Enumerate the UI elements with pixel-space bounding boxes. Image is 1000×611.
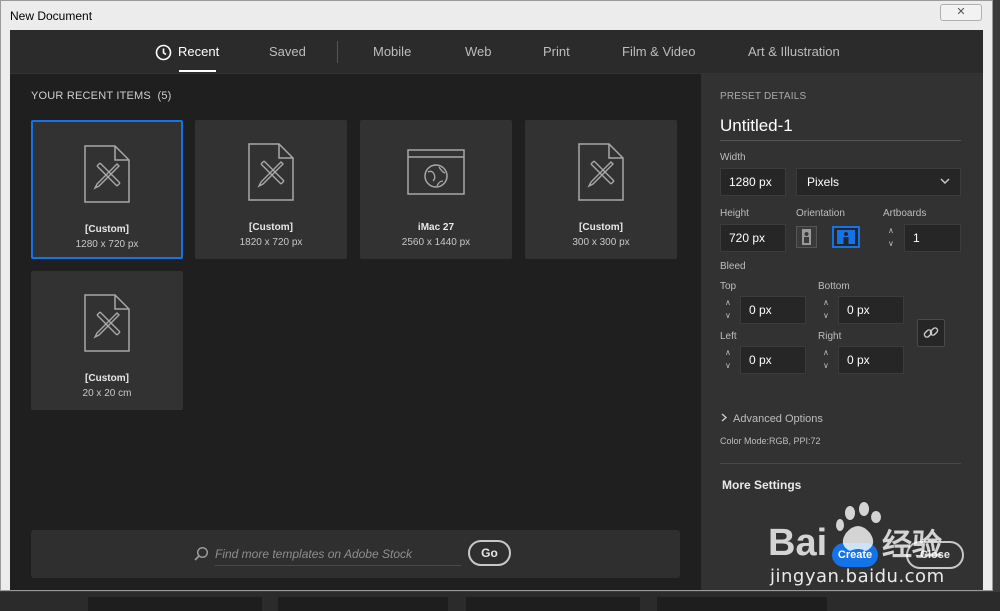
decrement-icon[interactable]: ∨ <box>725 311 731 320</box>
template-search-bar: Go <box>31 530 680 578</box>
bleed-bottom-label: Bottom <box>818 281 850 292</box>
bleed-left-stepper[interactable]: ∧ ∨ <box>720 346 740 374</box>
svg-text:经验: 经验 <box>882 528 942 563</box>
web-browser-icon <box>407 149 465 195</box>
bleed-right-label: Right <box>818 331 842 342</box>
recent-item-card[interactable]: iMac 27 2560 x 1440 px <box>360 120 512 259</box>
orientation-label: Orientation <box>796 208 845 219</box>
recent-item-name: [Custom] <box>85 373 129 384</box>
name-underline <box>720 140 961 141</box>
more-settings-button[interactable]: More Settings <box>722 478 801 492</box>
increment-icon[interactable]: ∧ <box>888 226 894 235</box>
bleed-right-input[interactable]: 0 px <box>838 346 904 374</box>
custom-document-icon <box>84 294 130 352</box>
link-icon <box>923 327 939 338</box>
template-search-input[interactable] <box>215 543 461 566</box>
bleed-top-label: Top <box>720 281 737 292</box>
landscape-orientation-button[interactable] <box>832 226 860 248</box>
tab-divider <box>337 41 338 63</box>
chevron-right-icon <box>721 413 728 422</box>
tab-saved[interactable]: Saved <box>269 44 306 59</box>
bleed-bottom-stepper[interactable]: ∧ ∨ <box>818 296 838 324</box>
recent-items-count: (5) <box>157 90 172 102</box>
recent-item-name: [Custom] <box>85 224 129 235</box>
recent-item-size: 2560 x 1440 px <box>401 237 471 248</box>
recent-item-name: [Custom] <box>579 222 623 233</box>
recent-item-size: 20 x 20 cm <box>82 388 132 399</box>
recent-item-size: 300 x 300 px <box>572 237 630 248</box>
unit-dropdown-value: Pixels <box>807 175 840 189</box>
decrement-icon[interactable]: ∨ <box>725 361 731 370</box>
unit-dropdown[interactable]: Pixels <box>796 168 961 196</box>
recent-item-size: 1280 x 720 px <box>75 239 139 250</box>
increment-icon[interactable]: ∧ <box>725 298 731 307</box>
bleed-left-label: Left <box>720 331 737 342</box>
category-tabs: Recent Saved Mobile Web Print Film & Vid… <box>10 30 983 74</box>
bleed-right-stepper[interactable]: ∧ ∨ <box>818 346 838 374</box>
window-close-button[interactable]: ✕ <box>940 4 982 21</box>
link-bleed-button[interactable] <box>917 319 945 347</box>
background-block <box>88 597 262 611</box>
artboards-label: Artboards <box>883 208 927 219</box>
height-label: Height <box>720 208 749 219</box>
portrait-orientation-button[interactable] <box>796 226 817 248</box>
tab-web[interactable]: Web <box>465 44 492 59</box>
recent-items-heading: YOUR RECENT ITEMS (5) <box>31 90 172 102</box>
recent-item-name: iMac 27 <box>417 222 455 233</box>
decrement-icon[interactable]: ∨ <box>823 311 829 320</box>
bleed-top-stepper[interactable]: ∧ ∨ <box>720 296 740 324</box>
svg-text:Bai: Bai <box>768 522 827 563</box>
recent-items-title: YOUR RECENT ITEMS <box>31 90 151 102</box>
increment-icon[interactable]: ∧ <box>823 348 829 357</box>
bleed-label: Bleed <box>720 261 746 272</box>
increment-icon[interactable]: ∧ <box>823 298 829 307</box>
background-block <box>278 597 448 611</box>
width-label: Width <box>720 152 746 163</box>
tab-film-video[interactable]: Film & Video <box>622 44 695 59</box>
document-name-field[interactable]: Untitled-1 <box>720 116 793 136</box>
settings-divider <box>720 463 961 464</box>
bleed-top-input[interactable]: 0 px <box>740 296 806 324</box>
preset-details-heading: PRESET DETAILS <box>720 91 807 102</box>
advanced-options-toggle[interactable]: Advanced Options <box>720 413 823 425</box>
background-block <box>657 597 827 611</box>
window-title: New Document <box>10 9 93 23</box>
baidu-watermark-logo: Bai 经验 <box>768 502 942 563</box>
decrement-icon[interactable]: ∨ <box>888 239 894 248</box>
artboards-input[interactable]: 1 <box>904 224 961 252</box>
advanced-options-label: Advanced Options <box>733 413 823 425</box>
recent-item-card[interactable]: [Custom] 1820 x 720 px <box>195 120 347 259</box>
tab-mobile[interactable]: Mobile <box>373 44 411 59</box>
watermark-url: jingyan.baidu.com <box>770 566 945 587</box>
recent-item-card[interactable]: [Custom] 300 x 300 px <box>525 120 677 259</box>
recent-item-card[interactable]: [Custom] 20 x 20 cm <box>31 271 183 410</box>
width-input[interactable]: 1280 px <box>720 168 786 196</box>
tab-print[interactable]: Print <box>543 44 570 59</box>
chevron-down-icon <box>940 178 950 184</box>
bleed-bottom-input[interactable]: 0 px <box>838 296 904 324</box>
custom-document-icon <box>248 143 294 201</box>
landscape-icon <box>837 230 855 244</box>
clock-icon <box>155 44 172 61</box>
tab-recent[interactable]: Recent <box>178 44 219 59</box>
background-block <box>466 597 640 611</box>
search-icon <box>194 546 209 561</box>
custom-document-icon <box>84 145 130 203</box>
tab-art-illustration[interactable]: Art & Illustration <box>748 44 840 59</box>
custom-document-icon <box>578 143 624 201</box>
recent-item-card[interactable]: [Custom] 1280 x 720 px <box>31 120 183 259</box>
bleed-left-input[interactable]: 0 px <box>740 346 806 374</box>
active-tab-indicator <box>179 70 216 72</box>
go-button[interactable]: Go <box>468 540 511 566</box>
recent-item-size: 1820 x 720 px <box>239 237 303 248</box>
color-mode-info: Color Mode:RGB, PPI:72 <box>720 436 821 446</box>
increment-icon[interactable]: ∧ <box>725 348 731 357</box>
artboards-stepper[interactable]: ∧ ∨ <box>883 224 903 252</box>
portrait-icon <box>802 229 811 245</box>
recent-items-panel: YOUR RECENT ITEMS (5) [Custom] 1280 x 72… <box>10 74 701 590</box>
title-bar: New Document ✕ <box>1 1 992 30</box>
decrement-icon[interactable]: ∨ <box>823 361 829 370</box>
height-input[interactable]: 720 px <box>720 224 786 252</box>
recent-item-name: [Custom] <box>249 222 293 233</box>
